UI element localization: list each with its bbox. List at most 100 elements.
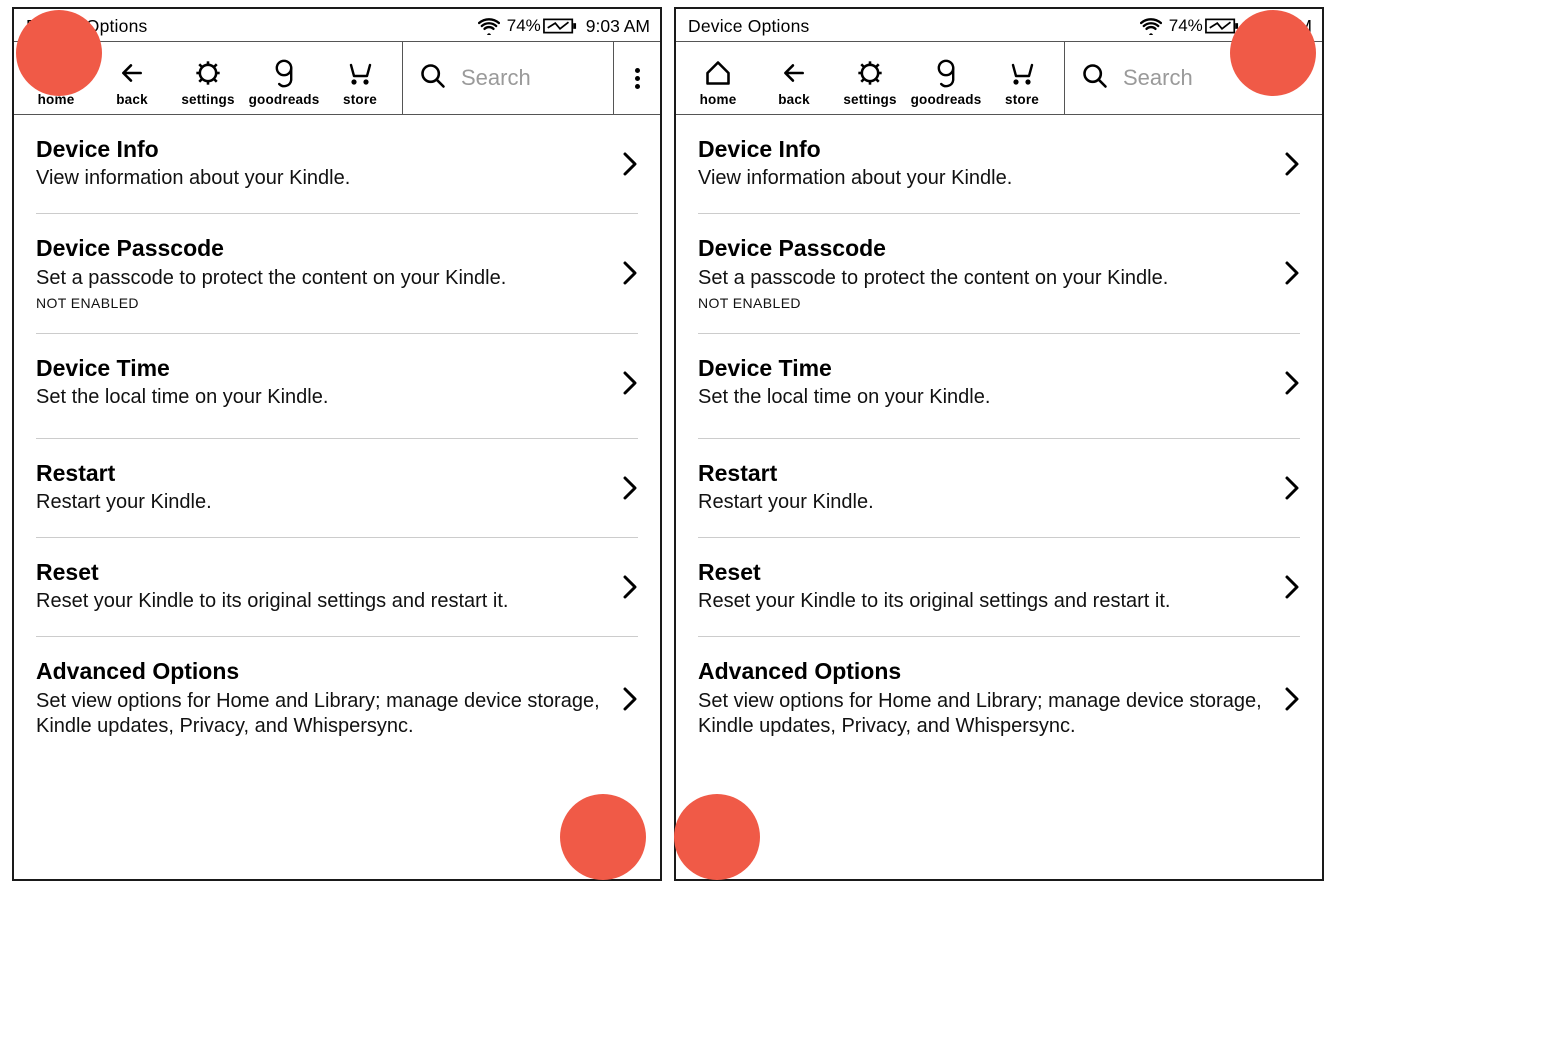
goodreads-icon [934,56,958,90]
home-icon [704,56,732,90]
goodreads-button[interactable]: goodreads [908,48,984,114]
row-advanced-options[interactable]: Advanced Options Set view options for Ho… [698,637,1300,760]
battery-icon [1205,17,1239,35]
chevron-right-icon [1284,151,1300,177]
goodreads-icon [272,56,296,90]
chevron-right-icon [622,151,638,177]
settings-button[interactable]: settings [832,48,908,114]
store-button[interactable]: store [984,48,1060,114]
chevron-right-icon [1284,370,1300,396]
row-title: Restart [36,461,602,486]
row-desc: Set the local time on your Kindle. [36,385,602,410]
annotation-marker [16,10,102,96]
store-icon [1007,56,1037,90]
back-icon [779,56,809,90]
home-button[interactable]: home [680,48,756,114]
wifi-icon [1140,17,1162,35]
row-title: Advanced Options [698,659,1264,684]
row-device-time[interactable]: Device Time Set the local time on your K… [698,334,1300,439]
row-desc: Set a passcode to protect the content on… [36,266,602,291]
chevron-right-icon [622,370,638,396]
settings-label: settings [843,92,896,107]
row-restart[interactable]: Restart Restart your Kindle. [698,439,1300,538]
toolbar: home back settings [14,41,660,115]
row-desc: Set a passcode to protect the content on… [698,266,1264,291]
search-placeholder: Search [1123,65,1193,91]
row-desc: Reset your Kindle to its original settin… [698,589,1264,614]
row-advanced-options[interactable]: Advanced Options Set view options for Ho… [36,637,638,760]
row-desc: Restart your Kindle. [698,490,1264,515]
row-desc: Set view options for Home and Library; m… [698,689,1264,739]
battery-icon [543,17,577,35]
status-bar: Device Options 74% [14,9,660,41]
status-right: 74% 9:03 AM [478,16,650,37]
row-title: Advanced Options [36,659,602,684]
chevron-right-icon [1284,260,1300,286]
toolbar: home back settings [676,41,1322,115]
row-device-passcode[interactable]: Device Passcode Set a passcode to protec… [36,214,638,333]
overflow-menu-button[interactable] [613,42,660,114]
row-desc: View information about your Kindle. [36,166,602,191]
row-status: NOT ENABLED [698,295,1264,311]
annotation-marker [1230,10,1316,96]
row-title: Reset [36,560,602,585]
row-desc: View information about your Kindle. [698,166,1264,191]
chevron-right-icon [622,574,638,600]
back-icon [117,56,147,90]
battery-percent: 74% [1169,16,1203,36]
chevron-right-icon [622,475,638,501]
goodreads-label: goodreads [249,92,320,107]
status-bar: Device Options 74% [676,9,1322,41]
row-title: Device Info [698,137,1264,162]
store-label: store [343,92,377,107]
settings-icon [856,56,884,90]
row-device-passcode[interactable]: Device Passcode Set a passcode to protec… [698,214,1300,333]
row-desc: Reset your Kindle to its original settin… [36,589,602,614]
status-title: Device Options [688,16,809,37]
settings-icon [194,56,222,90]
back-button[interactable]: back [94,48,170,114]
chevron-right-icon [622,260,638,286]
row-title: Device Info [36,137,602,162]
row-title: Device Time [698,356,1264,381]
row-desc: Set view options for Home and Library; m… [36,689,602,739]
annotation-marker [560,794,646,880]
row-device-info[interactable]: Device Info View information about your … [36,115,638,214]
row-status: NOT ENABLED [36,295,602,311]
search-placeholder: Search [461,65,531,91]
settings-label: settings [181,92,234,107]
row-title: Device Passcode [698,236,1264,261]
back-button[interactable]: back [756,48,832,114]
row-title: Device Time [36,356,602,381]
search-bar[interactable]: Search [402,42,613,114]
settings-list: Device Info View information about your … [14,115,660,761]
settings-button[interactable]: settings [170,48,246,114]
store-button[interactable]: store [322,48,398,114]
row-title: Device Passcode [36,236,602,261]
row-title: Restart [698,461,1264,486]
row-device-info[interactable]: Device Info View information about your … [698,115,1300,214]
search-icon [1081,62,1109,95]
row-restart[interactable]: Restart Restart your Kindle. [36,439,638,538]
goodreads-button[interactable]: goodreads [246,48,322,114]
back-label: back [116,92,148,107]
store-label: store [1005,92,1039,107]
row-title: Reset [698,560,1264,585]
battery-status: 74% [507,16,577,36]
battery-status: 74% [1169,16,1239,36]
device-screenshot-right: Device Options 74% [674,7,1324,881]
status-time: 9:03 AM [586,16,650,37]
row-device-time[interactable]: Device Time Set the local time on your K… [36,334,638,439]
store-icon [345,56,375,90]
goodreads-label: goodreads [911,92,982,107]
row-reset[interactable]: Reset Reset your Kindle to its original … [698,538,1300,637]
annotation-marker [674,794,760,880]
row-desc: Restart your Kindle. [36,490,602,515]
row-desc: Set the local time on your Kindle. [698,385,1264,410]
wifi-icon [478,17,500,35]
settings-list: Device Info View information about your … [676,115,1322,761]
device-screenshot-left: Device Options 74% [12,7,662,881]
row-reset[interactable]: Reset Reset your Kindle to its original … [36,538,638,637]
back-label: back [778,92,810,107]
chevron-right-icon [622,686,638,712]
